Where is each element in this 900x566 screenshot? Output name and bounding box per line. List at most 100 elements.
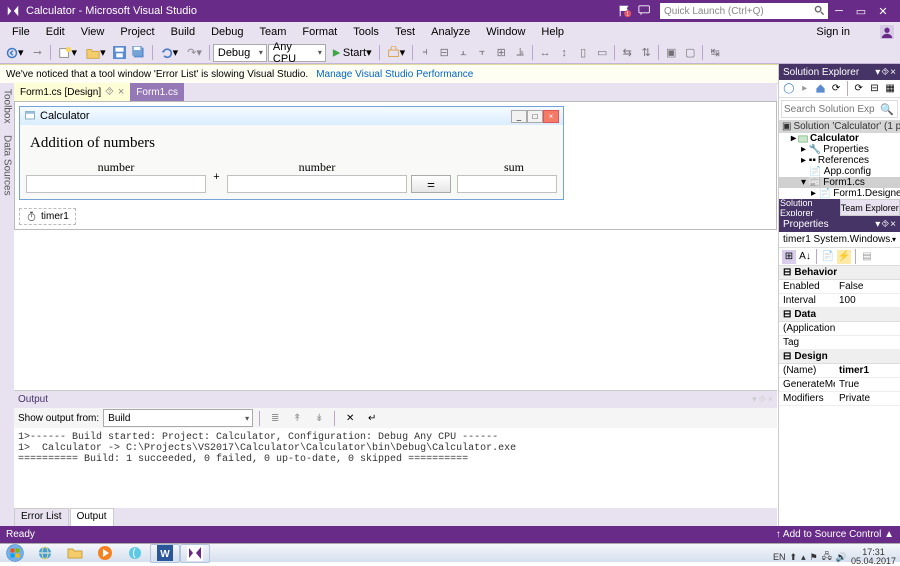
- se-refresh-icon[interactable]: ⟳: [852, 82, 866, 96]
- se-fwd-icon[interactable]: ▸: [798, 82, 812, 96]
- prop-target[interactable]: timer1 System.Windows.Forms.Timer▾: [779, 232, 900, 248]
- equals-button[interactable]: =: [411, 175, 451, 193]
- se-search[interactable]: 🔍: [781, 100, 898, 118]
- component-tray[interactable]: timer1: [19, 208, 772, 225]
- menu-team[interactable]: Team: [252, 24, 295, 40]
- feedback-icon[interactable]: [638, 4, 652, 18]
- prop-alpha-icon[interactable]: A↓: [798, 250, 812, 264]
- undo-button[interactable]: ▾: [156, 44, 183, 62]
- out-prev-icon[interactable]: ↟: [288, 409, 306, 427]
- prop-interval[interactable]: Interval100: [779, 294, 900, 308]
- se-home-icon[interactable]: [813, 82, 827, 96]
- vspace-icon[interactable]: ↕: [555, 44, 573, 62]
- flag-icon[interactable]: 1: [618, 4, 632, 18]
- menu-window[interactable]: Window: [478, 24, 533, 40]
- se-properties-node[interactable]: ▸ 🔧 Properties: [779, 144, 900, 155]
- browser-link-button[interactable]: ▾: [383, 44, 410, 62]
- se-pin-icon[interactable]: ⯑: [881, 67, 889, 78]
- tab-close-icon[interactable]: ×: [118, 86, 124, 98]
- heading-label[interactable]: Addition of numbers: [30, 135, 553, 152]
- menu-edit[interactable]: Edit: [38, 24, 73, 40]
- tray-sound-icon[interactable]: 🔊: [836, 552, 847, 563]
- cat-behavior[interactable]: ⊟ Behavior: [779, 266, 900, 280]
- tray-updates-icon[interactable]: ⬆: [790, 552, 798, 563]
- se-solution-node[interactable]: ▣Solution 'Calculator' (1 project): [779, 120, 900, 133]
- designed-form[interactable]: Calculator _ □ × Addition of numbers num…: [19, 106, 564, 200]
- prop-name[interactable]: (Name)timer1: [779, 364, 900, 378]
- se-close-icon[interactable]: ×: [890, 67, 896, 78]
- prop-appset[interactable]: (ApplicationSettings): [779, 322, 900, 336]
- menu-build[interactable]: Build: [163, 24, 203, 40]
- new-project-button[interactable]: ▾: [54, 44, 82, 62]
- property-grid[interactable]: ⊟ Behavior EnabledFalse Interval100 ⊟ Da…: [779, 266, 900, 526]
- same-w-icon[interactable]: ▯: [574, 44, 592, 62]
- solution-explorer-header[interactable]: Solution Explorer ▾ ⯑ ×: [779, 64, 900, 80]
- tab-form-code[interactable]: Form1.cs: [130, 83, 184, 101]
- menu-format[interactable]: Format: [294, 24, 345, 40]
- config-combo[interactable]: Debug: [213, 44, 267, 62]
- sign-in[interactable]: Sign in: [808, 24, 858, 40]
- se-sync-icon[interactable]: ⟳: [829, 82, 843, 96]
- prop-modifiers[interactable]: ModifiersPrivate: [779, 392, 900, 406]
- se-formcs-node[interactable]: ▾ 📰 Form1.cs: [779, 177, 900, 188]
- minimize-button[interactable]: ─: [828, 0, 850, 22]
- align-center-icon[interactable]: ⊟: [435, 44, 453, 62]
- title-notify-icons[interactable]: 1: [618, 4, 652, 18]
- hcenter-icon[interactable]: ⇆: [618, 44, 636, 62]
- menu-help[interactable]: Help: [533, 24, 572, 40]
- prop-tag[interactable]: Tag: [779, 336, 900, 350]
- hspace-icon[interactable]: ↔: [536, 44, 554, 62]
- align-top-icon[interactable]: ⫟: [473, 44, 491, 62]
- se-showall-icon[interactable]: ▦: [883, 82, 897, 96]
- task-app1-icon[interactable]: [120, 544, 150, 563]
- bring-front-icon[interactable]: ▣: [662, 44, 680, 62]
- form-close-button[interactable]: ×: [543, 110, 559, 123]
- save-button[interactable]: [111, 44, 129, 62]
- start-button-win[interactable]: [0, 544, 30, 563]
- number1-label[interactable]: number: [98, 160, 135, 175]
- tab-order-icon[interactable]: ↹: [706, 44, 724, 62]
- sum-label[interactable]: sum: [504, 160, 524, 175]
- restore-button[interactable]: ▭: [850, 0, 872, 22]
- task-word-icon[interactable]: W: [150, 544, 180, 563]
- tray-lang[interactable]: EN: [773, 552, 786, 562]
- tray-chevron-icon[interactable]: ▴: [801, 552, 806, 563]
- se-references-node[interactable]: ▸ ▪▪ References: [779, 155, 900, 166]
- properties-header[interactable]: Properties ▾ ⯑ ×: [779, 216, 900, 232]
- out-next-icon[interactable]: ↡: [310, 409, 328, 427]
- tray-clock[interactable]: 17:31 05.04.2017: [851, 548, 896, 566]
- platform-combo[interactable]: Any CPU: [268, 44, 326, 62]
- panel-pin-icon[interactable]: ⯑: [759, 394, 766, 405]
- tray-flag-icon[interactable]: ⚑: [810, 552, 818, 563]
- form-min-button[interactable]: _: [511, 110, 527, 123]
- out-wrap-icon[interactable]: ↵: [363, 409, 381, 427]
- vcenter-icon[interactable]: ⇅: [637, 44, 655, 62]
- nav-back-button[interactable]: ▾: [2, 44, 28, 62]
- align-bot-icon[interactable]: ⫡: [511, 44, 529, 62]
- notif-link[interactable]: Manage Visual Studio Performance: [316, 69, 473, 80]
- send-back-icon[interactable]: ▢: [681, 44, 699, 62]
- tab-output[interactable]: Output: [70, 508, 114, 526]
- se-drop-icon[interactable]: ▾: [875, 67, 880, 78]
- panel-close-icon[interactable]: ×: [768, 394, 773, 405]
- menu-project[interactable]: Project: [112, 24, 162, 40]
- open-file-button[interactable]: ▾: [82, 44, 110, 62]
- number1-input[interactable]: [26, 175, 206, 193]
- cat-design[interactable]: ⊟ Design: [779, 350, 900, 364]
- out-goto-icon[interactable]: ≣: [266, 409, 284, 427]
- redo-button[interactable]: ↷▾: [183, 44, 206, 62]
- designer-surface[interactable]: Calculator _ □ × Addition of numbers num…: [14, 101, 777, 230]
- timer-component[interactable]: timer1: [19, 208, 76, 225]
- form-max-button[interactable]: □: [527, 110, 543, 123]
- tab-pin-icon[interactable]: ⯑: [105, 86, 114, 99]
- status-source-control[interactable]: ↑ Add to Source Control ▲: [776, 529, 894, 540]
- close-button[interactable]: ✕: [872, 0, 894, 22]
- align-right-icon[interactable]: ⫠: [454, 44, 472, 62]
- same-h-icon[interactable]: ▭: [593, 44, 611, 62]
- task-media-icon[interactable]: [90, 544, 120, 563]
- data-sources-tab[interactable]: Data Sources: [2, 129, 13, 202]
- prop-close-icon[interactable]: ×: [890, 219, 896, 230]
- menu-file[interactable]: File: [4, 24, 38, 40]
- output-source-combo[interactable]: Build: [103, 409, 253, 427]
- sum-input[interactable]: [457, 175, 557, 193]
